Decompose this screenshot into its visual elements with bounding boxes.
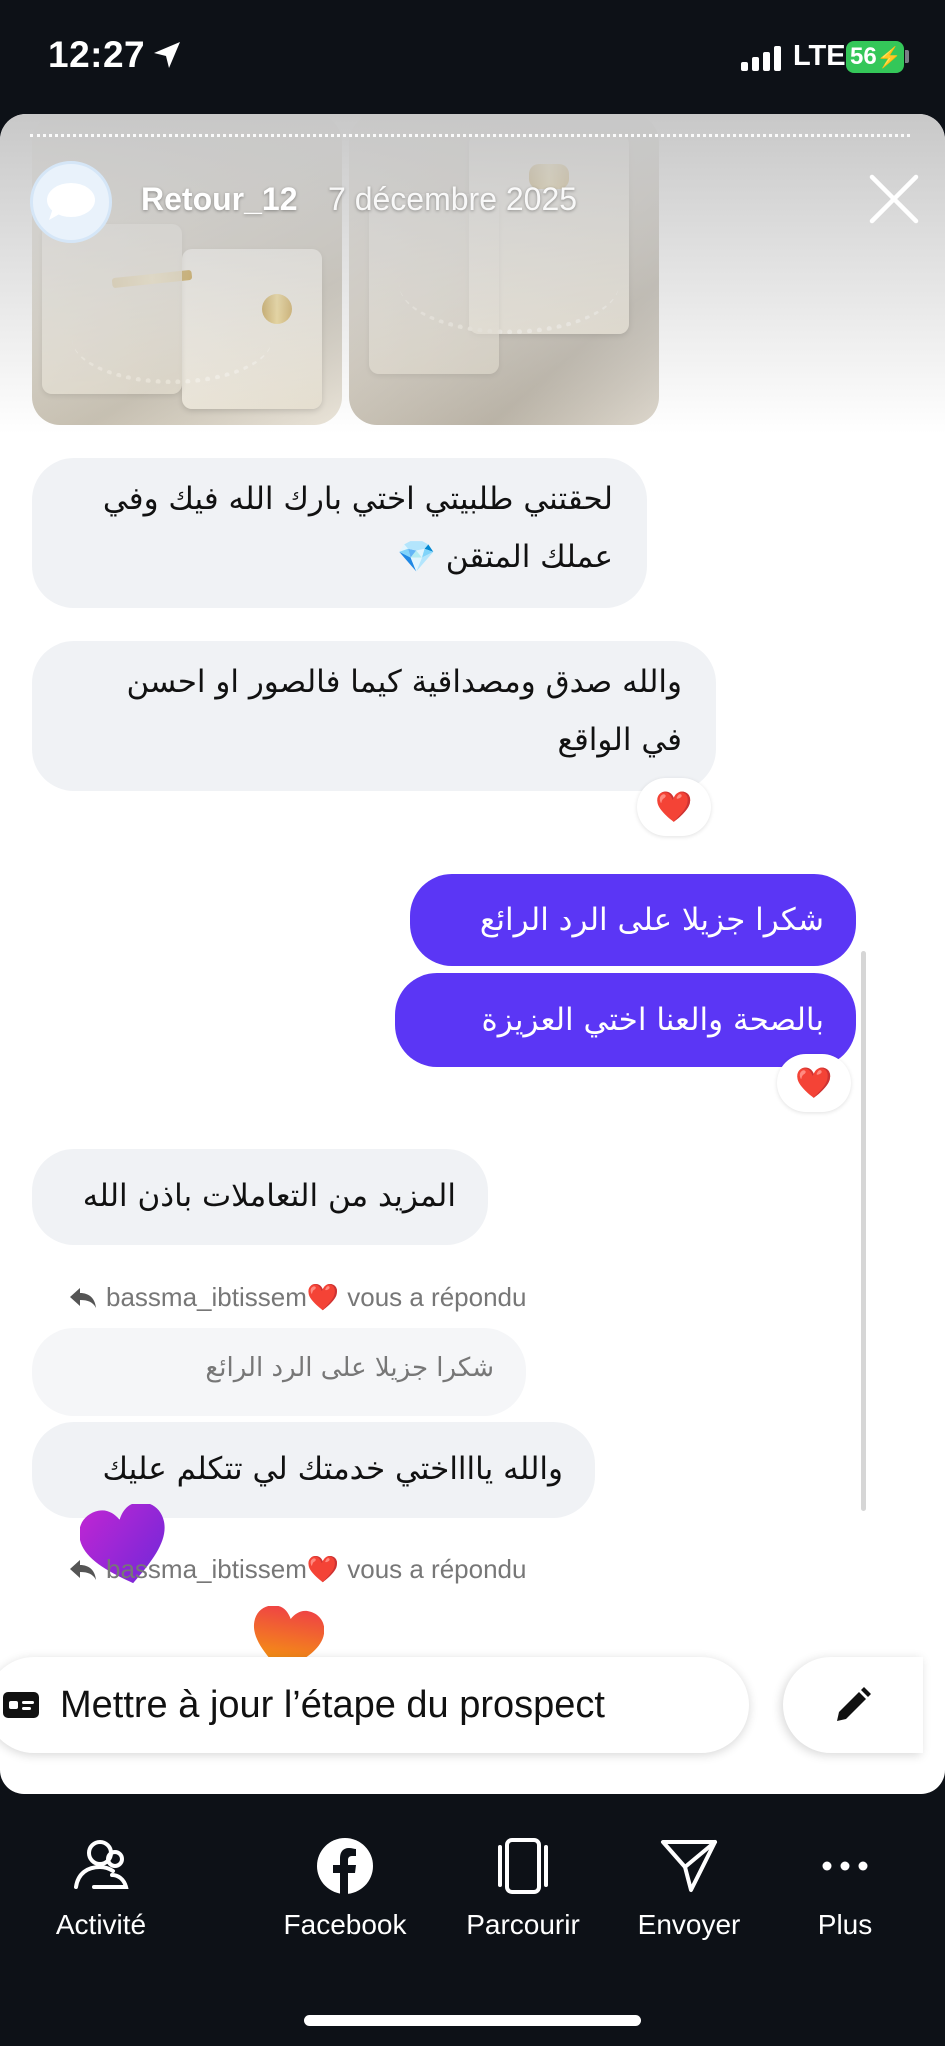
more-icon: [822, 1861, 868, 1871]
send-icon: [661, 1840, 717, 1892]
activity-icon: [74, 1840, 129, 1889]
reply-info: bassma_ibtissem❤️ vous a répondu: [68, 1282, 526, 1313]
battery-level: 56: [850, 43, 877, 70]
story-date: 7 décembre 2025: [328, 181, 578, 217]
story-username[interactable]: Retour_12: [141, 181, 298, 218]
tab-parcourir[interactable]: Parcourir: [443, 1837, 603, 1941]
tab-label: Envoyer: [637, 1909, 741, 1940]
message-bubble[interactable]: والله صدق ومصداقية كيما فالصور او احسن ف…: [32, 641, 716, 791]
message-bubble[interactable]: بالصحة والعنا اختي العزيزة: [395, 973, 856, 1067]
story-progress: [30, 134, 910, 137]
tab-facebook[interactable]: Facebook: [265, 1837, 425, 1941]
heart-reaction: ❤️: [795, 1065, 833, 1101]
contact-card-icon: [3, 1692, 39, 1718]
reply-arrow-icon: [70, 1559, 96, 1580]
edit-button[interactable]: [783, 1657, 923, 1753]
tab-label: Parcourir: [466, 1909, 580, 1940]
heart-reaction: ❤️: [655, 789, 693, 825]
avatar[interactable]: [30, 161, 112, 243]
tab-plus[interactable]: Plus: [765, 1837, 925, 1941]
bottom-toolbar: Activité Facebook Parcourir Envoyer Plus: [0, 1794, 945, 2046]
tab-envoyer[interactable]: Envoyer: [609, 1837, 769, 1941]
reply-suffix: vous a répondu: [347, 1282, 527, 1312]
status-time: 12:27: [48, 34, 146, 75]
tab-activite[interactable]: Activité: [21, 1837, 181, 1941]
update-prospect-stage-label: Mettre à jour l’étape du prospect: [60, 1683, 605, 1726]
close-icon[interactable]: [866, 171, 922, 227]
reply-user[interactable]: bassma_ibtissem❤️: [106, 1554, 339, 1585]
reply-info: bassma_ibtissem❤️ vous a répondu: [68, 1554, 526, 1585]
tab-label: Activité: [55, 1909, 147, 1940]
reply-arrow-icon: [70, 1287, 96, 1308]
chat-bubble-icon: [47, 183, 95, 220]
quoted-message[interactable]: شكرا جزيلا على الرد الرائع: [32, 1328, 526, 1416]
pencil-icon: [837, 1687, 871, 1721]
tab-label: Plus: [817, 1909, 873, 1940]
status-bar: 12:27 LTE 56⚡: [0, 0, 945, 115]
battery-icon: 56⚡: [846, 41, 904, 73]
message-bubble[interactable]: لحقتني طلبيتي اختي بارك الله فيك وفي عمل…: [32, 458, 647, 608]
message-bubble[interactable]: المزيد من التعاملات باذن الله: [32, 1149, 488, 1245]
reply-user[interactable]: bassma_ibtissem❤️: [106, 1282, 339, 1313]
network-type: LTE: [793, 40, 846, 72]
message-bubble[interactable]: شكرا جزيلا على الرد الرائع: [410, 874, 856, 966]
signal-icon: [741, 45, 785, 71]
tab-label: Facebook: [283, 1909, 407, 1940]
update-prospect-stage-button[interactable]: Mettre à jour l’étape du prospect: [0, 1657, 749, 1753]
location-arrow-icon: [154, 42, 180, 68]
facebook-icon: [317, 1838, 373, 1895]
reply-suffix: vous a répondu: [347, 1554, 527, 1584]
home-indicator[interactable]: [304, 2015, 641, 2026]
story-reply-thread: Retour_12 7 décembre 2025 لحقتني طلبيتي …: [0, 114, 945, 1794]
message-reaction[interactable]: ❤️: [637, 778, 711, 836]
scrollbar[interactable]: [861, 951, 866, 1511]
browse-icon: [498, 1838, 548, 1894]
message-reaction[interactable]: ❤️: [777, 1054, 851, 1112]
